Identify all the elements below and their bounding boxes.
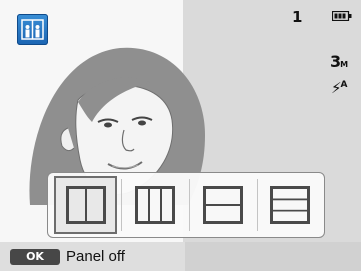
split-2-vertical-option[interactable] xyxy=(54,176,117,234)
flash-auto-icon: ⚡A xyxy=(331,80,348,96)
flash-mode-label: A xyxy=(340,80,348,90)
split-shot-mode-icon xyxy=(17,14,48,45)
split-3-horizontal-option[interactable] xyxy=(258,176,321,234)
shot-count: 1 xyxy=(292,8,303,26)
bottom-guide-bar: OK Panel off xyxy=(0,242,361,271)
split-3-vertical-icon xyxy=(134,186,175,224)
resolution-indicator: 3M xyxy=(330,54,348,70)
option-divider xyxy=(121,179,122,231)
bottom-bar-shade xyxy=(185,242,361,271)
split-2-horizontal-icon xyxy=(202,186,243,224)
flash-bolt-icon: ⚡ xyxy=(331,79,342,97)
split-2-horizontal-option[interactable] xyxy=(191,176,254,234)
ok-key-icon[interactable]: OK xyxy=(10,249,60,265)
split-3-horizontal-icon xyxy=(269,186,310,224)
split-2-vertical-icon xyxy=(65,186,106,224)
split-style-panel xyxy=(47,172,325,238)
option-divider xyxy=(189,179,190,231)
camera-screen: 1 3M ⚡A OK Panel off xyxy=(0,0,361,271)
resolution-value: 3 xyxy=(330,52,341,71)
panel-off-label: Panel off xyxy=(66,248,125,265)
resolution-unit: M xyxy=(340,60,349,69)
battery-full-icon xyxy=(332,11,352,21)
split-3-vertical-option[interactable] xyxy=(123,176,186,234)
